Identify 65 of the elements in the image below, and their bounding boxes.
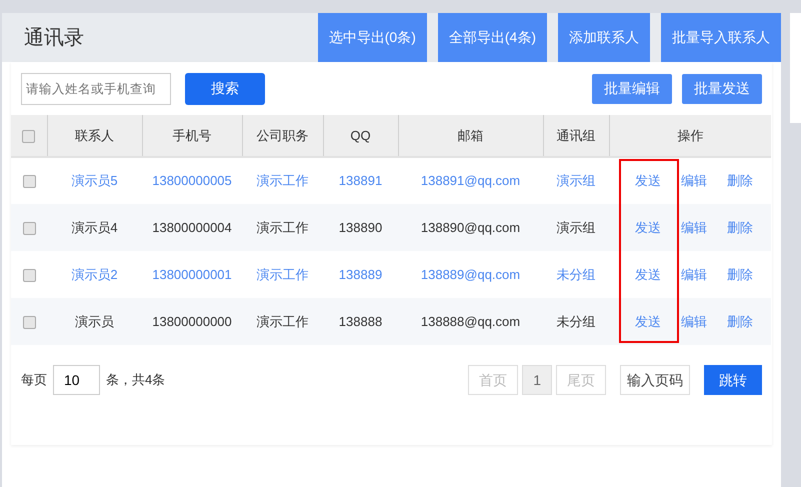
table-cell: 演示工作 xyxy=(256,266,308,282)
column-header: 通讯组 xyxy=(556,128,596,143)
checkbox[interactable] xyxy=(22,130,36,143)
action-link[interactable]: 编辑 xyxy=(681,314,707,329)
action-link[interactable]: 发送 xyxy=(635,173,661,188)
page-number-field[interactable]: 输入页码 xyxy=(620,365,690,395)
search-field[interactable]: 请输入姓名或手机查询 xyxy=(21,72,171,104)
header-button[interactable]: 选中导出(0条) xyxy=(318,13,427,62)
search-button[interactable]: 搜索 xyxy=(185,72,265,104)
per-page-label: 每页 xyxy=(21,371,47,390)
table-cell: 演示组 xyxy=(556,220,596,235)
table-cell: 138890 xyxy=(338,220,382,235)
table-cell: 13800000004 xyxy=(152,220,232,235)
action-link[interactable]: 删除 xyxy=(727,266,753,282)
table-cell: 138891 xyxy=(338,173,382,188)
last-page-button[interactable]: 尾页 xyxy=(556,365,606,395)
table-cell: 演示员4 xyxy=(71,220,118,235)
column-header: 联系人 xyxy=(75,128,114,143)
action-link[interactable]: 编辑 xyxy=(681,220,707,235)
table-cell: 演示员5 xyxy=(71,173,118,188)
bulk-button[interactable]: 批量编辑 xyxy=(592,74,672,104)
action-link[interactable]: 删除 xyxy=(727,314,753,329)
table-cell: 138889 xyxy=(338,266,382,282)
table-cell: 138891@qq.com xyxy=(420,173,520,188)
header-button[interactable]: 全部导出(4条) xyxy=(438,13,547,62)
checkbox[interactable] xyxy=(22,268,36,282)
first-page-button[interactable]: 首页 xyxy=(468,365,518,395)
table-cell: 138890@qq.com xyxy=(420,220,520,235)
checkbox[interactable] xyxy=(22,175,36,188)
column-header: 操作 xyxy=(677,128,704,143)
table-cell: 13800000005 xyxy=(152,173,232,188)
action-link[interactable]: 编辑 xyxy=(681,173,707,188)
column-header: 手机号 xyxy=(172,128,212,143)
column-header: QQ xyxy=(350,128,371,143)
table-cell: 演示工作 xyxy=(256,173,308,188)
table-cell: 演示组 xyxy=(556,173,596,188)
table-cell: 演示工作 xyxy=(256,314,308,329)
table-cell: 演示工作 xyxy=(256,220,308,235)
action-link[interactable]: 发送 xyxy=(635,266,661,282)
table-cell: 未分组 xyxy=(556,314,596,329)
table-cell: 演示员2 xyxy=(71,266,118,282)
page-title: 通讯录 xyxy=(23,26,85,50)
table-cell: 138888@qq.com xyxy=(420,314,520,329)
per-page-field[interactable]: 10 xyxy=(53,365,100,395)
action-link[interactable]: 发送 xyxy=(635,314,661,329)
table-cell: 演示员 xyxy=(75,314,114,329)
header-button[interactable]: 添加联系人 xyxy=(558,13,650,62)
column-header: 公司职务 xyxy=(256,128,308,143)
checkbox[interactable] xyxy=(22,316,36,329)
table-cell: 未分组 xyxy=(556,266,596,282)
total-count: 条，共4条 xyxy=(106,371,166,390)
bulk-button[interactable]: 批量发送 xyxy=(682,74,762,104)
action-link[interactable]: 删除 xyxy=(727,173,753,188)
table-cell: 138888 xyxy=(338,314,382,329)
header-button[interactable]: 批量导入联系人 xyxy=(661,13,781,62)
table-cell: 13800000001 xyxy=(152,266,232,282)
action-link[interactable]: 发送 xyxy=(635,220,661,235)
page-button[interactable]: 1 xyxy=(522,365,552,395)
table-cell: 13800000000 xyxy=(152,314,232,329)
action-link[interactable]: 删除 xyxy=(727,220,753,235)
column-header: 邮箱 xyxy=(458,128,484,143)
action-link[interactable]: 编辑 xyxy=(681,266,707,282)
go-button[interactable]: 跳转 xyxy=(704,365,762,395)
checkbox[interactable] xyxy=(22,222,36,235)
table-cell: 138889@qq.com xyxy=(420,266,520,282)
